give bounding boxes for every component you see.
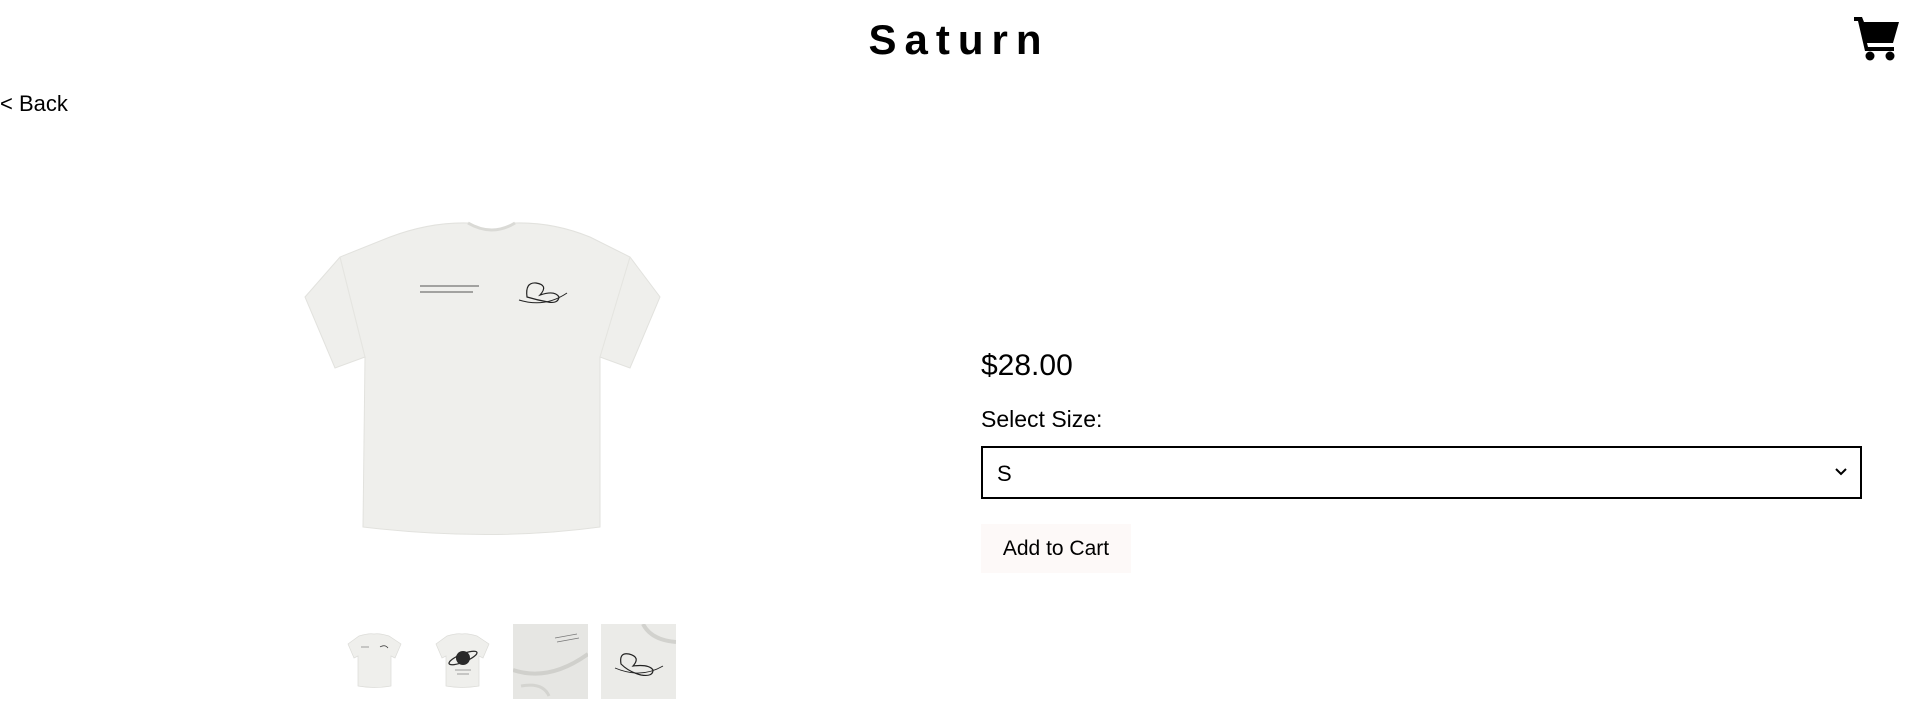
cart-button[interactable] xyxy=(1852,12,1902,62)
add-to-cart-button[interactable]: Add to Cart xyxy=(981,524,1131,573)
thumbnail-strip xyxy=(337,624,676,701)
size-select-value: S xyxy=(997,461,1012,486)
thumbnail-fabric-detail[interactable] xyxy=(513,624,588,699)
shopping-cart-icon xyxy=(1854,17,1899,61)
thumbnail-back[interactable] xyxy=(425,624,500,699)
thumbnail-front[interactable] xyxy=(337,624,412,699)
product-page: Saturn < Back $28.00 Select Size: S Add … xyxy=(0,0,1918,721)
chevron-down-icon xyxy=(1835,468,1847,476)
product-price: $28.00 xyxy=(981,349,1073,382)
product-main-image xyxy=(304,221,661,535)
thumbnail-logo-detail[interactable] xyxy=(601,624,676,699)
back-link[interactable]: < Back xyxy=(0,91,68,117)
size-label: Select Size: xyxy=(981,406,1103,432)
brand-title: Saturn xyxy=(868,16,1050,63)
size-select[interactable]: S xyxy=(981,446,1862,499)
